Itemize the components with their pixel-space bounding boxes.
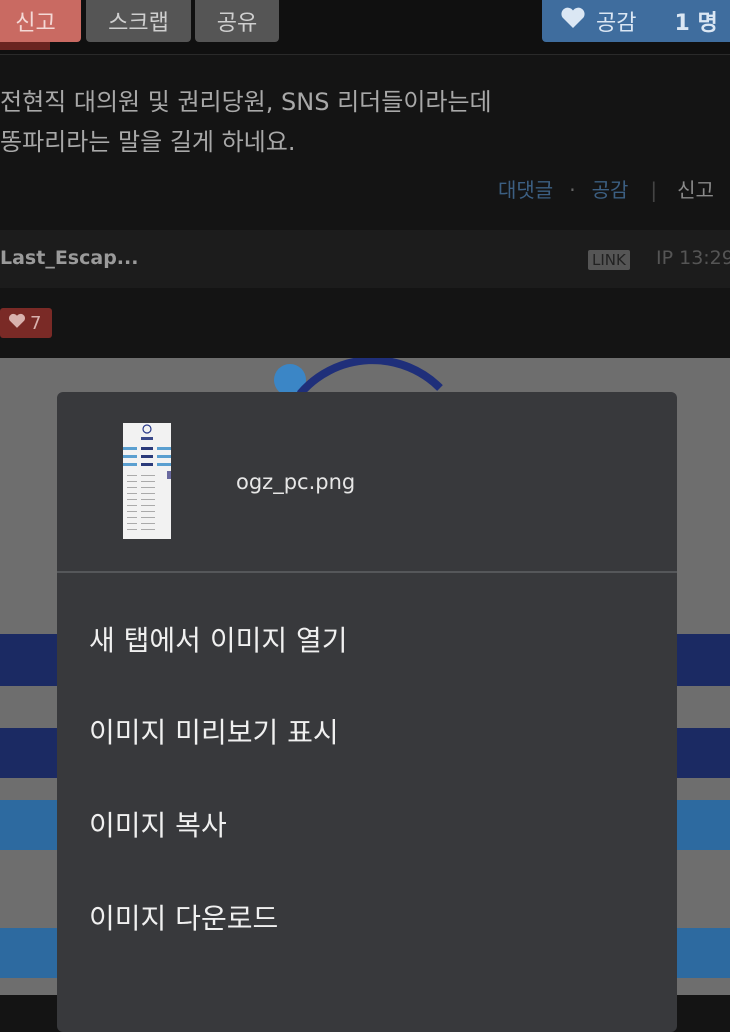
like-button[interactable]: 공감 1 명 [542, 0, 730, 42]
report-button[interactable]: 신고 [0, 0, 81, 42]
comment-report-link[interactable]: 신고 [677, 178, 714, 202]
ip-timestamp: IP 13:29 [656, 247, 730, 269]
report-strip [0, 42, 50, 50]
download-image-item[interactable]: 이미지 다운로드 [89, 897, 278, 937]
scrap-label: 스크랩 [108, 11, 169, 36]
menu-divider [57, 571, 677, 573]
divider [0, 54, 730, 55]
comment-like-link[interactable]: 공감 [592, 178, 629, 202]
image-context-menu: ogz_pc.png 새 탭에서 이미지 열기 이미지 미리보기 표시 이미지 … [57, 392, 677, 1032]
scrap-button[interactable]: 스크랩 [86, 0, 191, 42]
comment-body: 전현직 대의원 및 권리당원, SNS 리더들이라는데 똥파리라는 말을 길게 … [0, 82, 720, 162]
username[interactable]: Last_Escap... [0, 247, 138, 269]
comment-like-badge[interactable]: 7 [0, 308, 52, 338]
reply-link[interactable]: 대댓글 [498, 178, 553, 202]
heart-icon [560, 7, 586, 35]
comment-header: Last_Escap... LINK IP 13:29 [0, 230, 730, 288]
separator-dot: · [569, 178, 576, 202]
separator-bar: | [650, 178, 658, 202]
comment-line: 똥파리라는 말을 길게 하네요. [0, 128, 296, 156]
link-badge[interactable]: LINK [588, 250, 630, 270]
like-label: 공감 [596, 11, 637, 36]
heart-icon [8, 313, 26, 334]
like-count: 7 [30, 312, 42, 334]
comment-actions: 대댓글 · 공감 | 신고 [498, 174, 714, 203]
open-image-new-tab-item[interactable]: 새 탭에서 이미지 열기 [89, 619, 348, 659]
like-count: 1 명 [674, 11, 718, 36]
share-label: 공유 [216, 11, 258, 36]
copy-image-item[interactable]: 이미지 복사 [89, 804, 227, 844]
comment-line: 전현직 대의원 및 권리당원, SNS 리더들이라는데 [0, 88, 492, 116]
menu-header: ogz_pc.png [57, 392, 677, 571]
show-image-preview-item[interactable]: 이미지 미리보기 표시 [89, 711, 339, 751]
image-filename: ogz_pc.png [236, 470, 356, 494]
image-thumbnail [123, 423, 171, 539]
share-button[interactable]: 공유 [195, 0, 279, 42]
report-label: 신고 [15, 11, 56, 36]
